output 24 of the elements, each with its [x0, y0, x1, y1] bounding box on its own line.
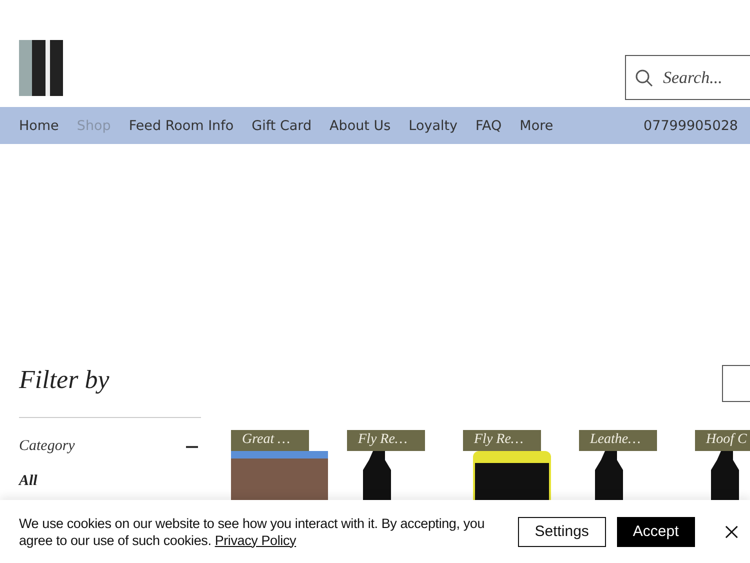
close-icon[interactable] [724, 524, 738, 538]
nav-link[interactable]: Home [19, 118, 59, 134]
product-name-label[interactable]: Fly Re… [463, 430, 541, 451]
cookie-notice: We use cookies on our website to see how you interact with it. By accepting, you agree to our use of such cookies. Privacy Policy [19, 514, 486, 548]
nav-link[interactable]: About Us [330, 118, 391, 134]
product-name-label[interactable]: Leathe… [579, 430, 657, 451]
nav-link[interactable]: FAQ [476, 118, 502, 134]
accept-button[interactable]: Accept [616, 516, 695, 546]
product-name-label[interactable]: Hoof C [695, 430, 750, 451]
category-option[interactable]: All [19, 473, 201, 490]
settings-button[interactable]: Settings [518, 516, 606, 546]
nav-link[interactable]: More [520, 118, 554, 134]
nav-link[interactable]: Feed Room Info [128, 118, 234, 134]
product-name-label[interactable]: Great … [231, 430, 309, 451]
privacy-policy-link[interactable]: Privacy Policy [214, 532, 296, 548]
search-field[interactable]: Search... [625, 55, 750, 100]
nav-link[interactable]: Loyalty [408, 118, 458, 134]
search-icon [635, 69, 653, 87]
nav-link[interactable]: Gift Card [252, 118, 312, 134]
sort-dropdown[interactable] [722, 365, 750, 402]
category-label: Category [19, 438, 75, 455]
product-name-label[interactable]: Fly Re… [347, 430, 425, 451]
phone-number: 07799905028 [644, 118, 738, 134]
filter-heading: Filter by [19, 365, 110, 396]
